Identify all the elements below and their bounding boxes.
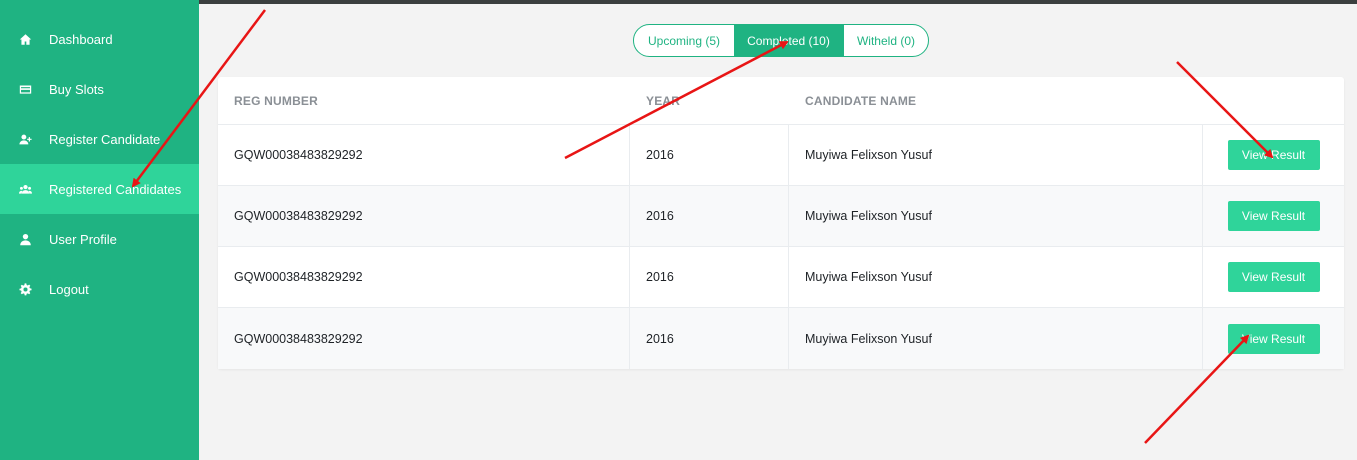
candidate-name-cell: Muyiwa Felixson Yusuf: [789, 247, 1203, 307]
reg-number-cell: GQW00038483829292: [218, 125, 630, 185]
table-row: GQW00038483829292 2016 Muyiwa Felixson Y…: [218, 186, 1344, 247]
sidebar-item-logout[interactable]: Logout: [0, 264, 199, 314]
user-icon: [18, 232, 32, 246]
reg-number-cell: GQW00038483829292: [218, 247, 630, 307]
tab-witheld[interactable]: Witheld (0): [843, 25, 928, 56]
table-row: GQW00038483829292 2016 Muyiwa Felixson Y…: [218, 247, 1344, 308]
status-tabs: Upcoming (5) Completed (10) Witheld (0): [633, 24, 929, 57]
table-header: REG NUMBER YEAR CANDIDATE NAME: [218, 77, 1344, 125]
year-cell: 2016: [630, 308, 789, 369]
sidebar-item-buy-slots[interactable]: Buy Slots: [0, 64, 199, 114]
sidebar-item-label: Buy Slots: [49, 81, 104, 97]
action-cell: View Result: [1203, 247, 1344, 307]
year-cell: 2016: [630, 247, 789, 307]
view-result-button[interactable]: View Result: [1227, 262, 1320, 292]
sidebar-item-register-candidate[interactable]: Register Candidate: [0, 114, 199, 164]
candidates-table: REG NUMBER YEAR CANDIDATE NAME GQW000384…: [218, 77, 1344, 369]
sidebar-item-user-profile[interactable]: User Profile: [0, 214, 199, 264]
sidebar: Dashboard Buy Slots Register Candidate R…: [0, 0, 199, 460]
table-row: GQW00038483829292 2016 Muyiwa Felixson Y…: [218, 125, 1344, 186]
candidate-name-cell: Muyiwa Felixson Yusuf: [789, 308, 1203, 369]
action-cell: View Result: [1203, 125, 1344, 185]
column-header-candidate-name: CANDIDATE NAME: [805, 93, 917, 108]
card-icon: [18, 82, 32, 96]
add-user-icon: [18, 132, 32, 146]
view-result-button[interactable]: View Result: [1227, 201, 1320, 231]
sidebar-nav: Dashboard Buy Slots Register Candidate R…: [0, 14, 199, 314]
year-cell: 2016: [630, 125, 789, 185]
home-icon: [18, 32, 32, 46]
action-cell: View Result: [1203, 186, 1344, 246]
top-bar: [199, 0, 1357, 4]
tab-upcoming[interactable]: Upcoming (5): [634, 25, 734, 56]
reg-number-cell: GQW00038483829292: [218, 308, 630, 369]
view-result-button[interactable]: View Result: [1227, 323, 1320, 354]
action-cell: View Result: [1203, 308, 1344, 369]
candidate-name-cell: Muyiwa Felixson Yusuf: [789, 125, 1203, 185]
tab-completed[interactable]: Completed (10): [734, 25, 843, 56]
table-row: GQW00038483829292 2016 Muyiwa Felixson Y…: [218, 308, 1344, 369]
column-header-reg-number: REG NUMBER: [234, 93, 319, 108]
users-icon: [18, 182, 32, 196]
candidate-name-cell: Muyiwa Felixson Yusuf: [789, 186, 1203, 246]
sidebar-item-label: Register Candidate: [49, 131, 161, 147]
view-result-button[interactable]: View Result: [1227, 140, 1320, 170]
year-cell: 2016: [630, 186, 789, 246]
sidebar-item-label: Logout: [49, 281, 89, 297]
reg-number-cell: GQW00038483829292: [218, 186, 630, 246]
column-header-year: YEAR: [646, 93, 681, 108]
sidebar-item-label: Dashboard: [49, 31, 113, 47]
sidebar-item-label: Registered Candidates: [49, 181, 182, 197]
gear-icon: [18, 282, 32, 296]
sidebar-item-registered-candidates[interactable]: Registered Candidates: [0, 164, 199, 214]
sidebar-item-dashboard[interactable]: Dashboard: [0, 14, 199, 64]
sidebar-item-label: User Profile: [49, 231, 117, 247]
